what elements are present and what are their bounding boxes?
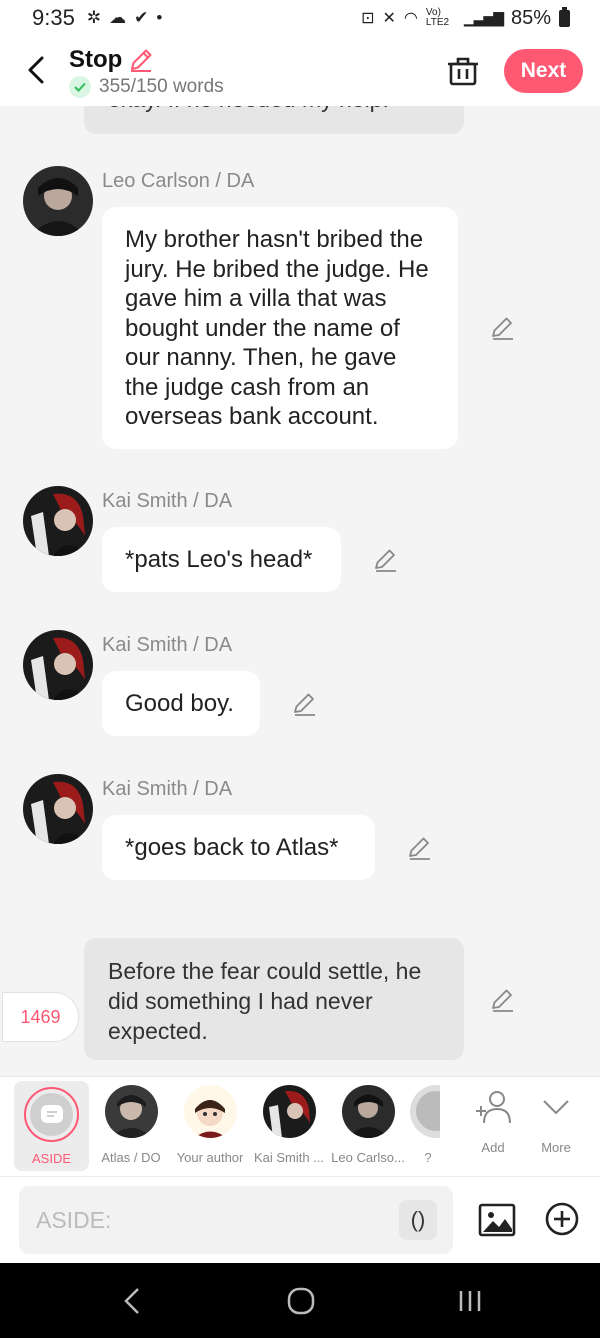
word-count-text: 355/150 words: [99, 76, 224, 97]
check-icon: ✔: [134, 8, 149, 27]
more-label: More: [541, 1140, 571, 1155]
edit-icon[interactable]: [373, 547, 399, 573]
character-kai[interactable]: Kai Smith ...: [249, 1077, 329, 1177]
recents-icon: [459, 1291, 481, 1311]
aside-input[interactable]: [19, 1186, 453, 1254]
notification-icons: ✲ ☁ ✔ •: [87, 8, 162, 28]
battery-level: 85%: [510, 6, 551, 29]
edit-icon[interactable]: [490, 315, 516, 341]
aside-tab[interactable]: ASIDE: [14, 1081, 89, 1171]
plus-circle-icon: [545, 1202, 579, 1236]
story-title[interactable]: Stop: [69, 46, 154, 74]
cloud-icon: ☁: [109, 8, 127, 27]
character-label: Your author: [176, 1150, 244, 1165]
chevron-left-icon: [28, 56, 44, 84]
system-nav-bar: [0, 1263, 600, 1338]
message-counter[interactable]: 1469: [2, 992, 79, 1042]
message-bubble[interactable]: My brother hasn't bribed the jury. He br…: [102, 207, 458, 449]
aside-icon: [30, 1093, 73, 1136]
add-label: Add: [481, 1140, 505, 1155]
character-atlas[interactable]: Atlas / DO: [91, 1077, 171, 1177]
avatar-leo[interactable]: [23, 166, 93, 236]
dot-icon: •: [156, 8, 163, 27]
delete-button[interactable]: [446, 54, 480, 88]
character-label: Atlas / DO: [101, 1150, 161, 1165]
input-row: (): [0, 1176, 600, 1263]
sender-name: Kai Smith / DA: [102, 778, 233, 800]
sender-name: Leo Carlson / DA: [102, 170, 255, 192]
chat-area[interactable]: okay. If he needed my help. Leo Carlson …: [0, 106, 600, 1076]
parentheses-button[interactable]: (): [399, 1200, 437, 1240]
add-person-icon: [476, 1091, 511, 1124]
more-button[interactable]: More: [516, 1077, 596, 1177]
image-button[interactable]: [478, 1201, 516, 1239]
back-button[interactable]: [20, 52, 52, 88]
message-bubble[interactable]: *goes back to Atlas*: [102, 815, 375, 880]
message-text: My brother hasn't bribed the jury. He br…: [125, 226, 429, 430]
add-button[interactable]: [544, 1201, 580, 1237]
message-text: *goes back to Atlas*: [125, 834, 339, 861]
avatar-kai[interactable]: [23, 630, 93, 700]
avatar-author: [183, 1085, 237, 1138]
pencil-icon[interactable]: [128, 47, 154, 73]
avatar-leo: [341, 1085, 395, 1138]
narration-bubble[interactable]: okay. If he needed my help.: [84, 106, 464, 134]
character-label: Kai Smith ...: [253, 1150, 325, 1165]
character-bar: ASIDE Atlas / DO Your author Kai Smith .…: [0, 1076, 600, 1176]
avatar-partial: [410, 1085, 440, 1138]
edit-icon[interactable]: [490, 987, 516, 1013]
image-icon: [478, 1203, 516, 1237]
avatar-atlas: [104, 1085, 158, 1138]
chevron-down-icon: [543, 1100, 569, 1115]
status-bar: 9:35 ✲ ☁ ✔ • ⊡ ✕ ◠ Vo) LTE2 ▁▃▅▇ 85%: [0, 0, 600, 36]
status-right: ⊡ ✕ ◠ Vo) LTE2 ▁▃▅▇ 85%: [361, 6, 570, 30]
home-icon: [287, 1287, 315, 1315]
word-count: 355/150 words: [69, 76, 224, 98]
gear-icon: ✲: [86, 8, 102, 27]
nfc-icon: ⊡: [361, 10, 375, 27]
edit-icon[interactable]: [407, 835, 433, 861]
aside-ring: [24, 1087, 79, 1142]
narration-text: okay. If he needed my help.: [108, 106, 389, 114]
next-button[interactable]: Next: [504, 49, 583, 93]
character-partial[interactable]: ?: [406, 1077, 440, 1177]
message-bubble[interactable]: *pats Leo's head*: [102, 527, 341, 592]
network-label: Vo) LTE2: [425, 7, 450, 28]
signal-icon: ▁▃▅▇: [463, 9, 504, 26]
header: Stop 355/150 words Next: [0, 36, 600, 106]
wifi-icon: ◠: [403, 10, 418, 27]
aside-label: ASIDE: [31, 1151, 71, 1166]
edit-icon[interactable]: [292, 691, 318, 717]
character-label: ?: [424, 1150, 432, 1165]
nav-back-button[interactable]: [112, 1283, 152, 1319]
check-icon: [69, 76, 91, 98]
sender-name: Kai Smith / DA: [102, 490, 233, 512]
trash-icon: [448, 57, 478, 86]
character-leo[interactable]: Leo Carlso...: [328, 1077, 408, 1177]
narration-bubble[interactable]: Before the fear could settle, he did som…: [84, 938, 464, 1060]
story-title-text: Stop: [69, 46, 123, 73]
chevron-left-icon: [124, 1288, 139, 1314]
avatar-kai: [262, 1085, 316, 1138]
character-author[interactable]: Your author: [170, 1077, 250, 1177]
character-label: Leo Carlso...: [331, 1150, 405, 1165]
message-text: *pats Leo's head*: [125, 546, 313, 573]
narration-text: Before the fear could settle, he did som…: [108, 958, 422, 1044]
mute-icon: ✕: [382, 10, 396, 27]
nav-recents-button[interactable]: [450, 1283, 490, 1319]
avatar-kai[interactable]: [23, 486, 93, 556]
avatar-kai[interactable]: [23, 774, 93, 844]
status-time: 9:35: [32, 5, 75, 30]
message-text: Good boy.: [125, 690, 234, 717]
sender-name: Kai Smith / DA: [102, 634, 233, 656]
message-bubble[interactable]: Good boy.: [102, 671, 260, 736]
battery-icon: [559, 6, 570, 27]
nav-home-button[interactable]: [281, 1283, 321, 1319]
